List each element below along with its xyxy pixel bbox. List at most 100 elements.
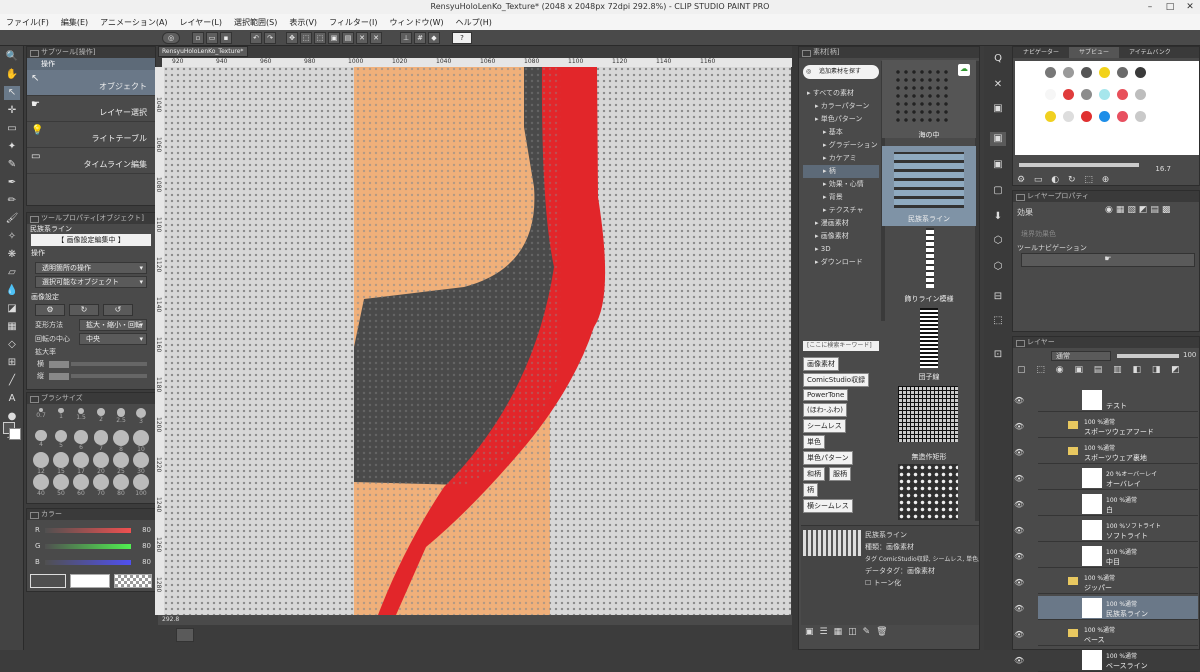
brush-size-option[interactable]: 1.5: [71, 408, 91, 426]
texture-thumb[interactable]: [898, 464, 958, 520]
material-tree-item[interactable]: ▸ ダウンロード: [803, 256, 879, 269]
move-layer-icon[interactable]: ✛: [4, 104, 20, 118]
strip-close-icon[interactable]: ✕: [990, 78, 1006, 92]
blend-icon[interactable]: 💧: [4, 284, 20, 298]
rotate-button[interactable]: ↻: [69, 304, 99, 316]
subview-color-sheet[interactable]: [1015, 61, 1199, 155]
text-tool-icon[interactable]: A: [4, 392, 20, 406]
selection-tool-icon[interactable]: ▭: [4, 122, 20, 136]
layer-visibility-icon[interactable]: 👁: [1014, 526, 1024, 535]
strip-connect-icon[interactable]: ⊡: [990, 348, 1006, 362]
material-tag[interactable]: 柄: [803, 483, 818, 497]
material-tag[interactable]: 横シームレス: [803, 499, 853, 513]
layer-row[interactable]: 100 %通常白: [1038, 492, 1198, 516]
airbrush-icon[interactable]: ✧: [4, 230, 20, 244]
red-value[interactable]: 80: [131, 526, 151, 534]
invert-selection-icon[interactable]: ▣: [328, 32, 340, 44]
size-icon[interactable]: ◫: [848, 627, 857, 641]
subview-zoom[interactable]: 16.7: [1155, 165, 1171, 173]
brush-size-option[interactable]: 3: [131, 408, 151, 426]
sub-color-chip[interactable]: [70, 574, 110, 588]
brush-size-option[interactable]: 70: [91, 474, 111, 497]
menu-file[interactable]: ファイル(F): [6, 17, 49, 28]
material-tree-item[interactable]: ▸ 単色パターン: [803, 113, 879, 126]
effect-icons[interactable]: ◉▦▧◩▤▩: [1105, 205, 1173, 215]
material-tree-item[interactable]: ▸ テクスチャ: [803, 204, 879, 217]
brush-size-option[interactable]: 80: [111, 474, 131, 497]
material-tree-item[interactable]: ▸ 背景: [803, 191, 879, 204]
brush-size-option[interactable]: 50: [51, 474, 71, 497]
brush-size-option[interactable]: 12: [31, 452, 51, 475]
layer-row[interactable]: 100 %通常 ジッパー: [1038, 570, 1198, 594]
deselect-icon[interactable]: ⬚: [314, 32, 326, 44]
snap-grid-icon[interactable]: #: [414, 32, 426, 44]
color-swatch[interactable]: [1063, 89, 1074, 100]
material-tree-item[interactable]: ▸ カラーパターン: [803, 100, 879, 113]
color-swatch[interactable]: [1045, 89, 1056, 100]
brush-size-option[interactable]: 2: [91, 408, 111, 426]
material-tag[interactable]: 単色パターン: [803, 451, 853, 465]
material-tree-item[interactable]: ▸ 漫画素材: [803, 217, 879, 230]
material-tag[interactable]: 和柄: [803, 467, 825, 481]
subtool-layer-select[interactable]: ☛ レイヤー選択: [27, 96, 155, 122]
material-tag[interactable]: 服柄: [829, 467, 851, 481]
transform-select[interactable]: 拡大・縮小・回転: [79, 319, 147, 331]
layer-visibility-icon[interactable]: 👁: [1014, 578, 1024, 587]
layer-visibility-icon[interactable]: 👁: [1014, 500, 1024, 509]
subview-zoom-slider[interactable]: [1019, 163, 1139, 167]
brush-size-option[interactable]: 17: [71, 452, 91, 475]
strip-image-icon[interactable]: ▣: [990, 158, 1006, 172]
dango-line-thumb[interactable]: [920, 308, 938, 368]
strip-box-icon[interactable]: ▢: [990, 184, 1006, 198]
brush-size-option[interactable]: 100: [131, 474, 151, 497]
subtool-group[interactable]: 操作: [27, 58, 155, 70]
close-icon[interactable]: ✕: [1180, 0, 1200, 14]
material-tag[interactable]: (ほわ-ふわ): [803, 403, 847, 417]
material-tag[interactable]: シームレス: [803, 419, 846, 433]
ruler-icon[interactable]: ╱: [4, 374, 20, 388]
minimize-icon[interactable]: –: [1140, 0, 1160, 14]
opacity-value[interactable]: 100: [1183, 351, 1196, 359]
redo-icon[interactable]: ↷: [264, 32, 276, 44]
material-tree-item[interactable]: ▸ 効果・心情: [803, 178, 879, 191]
brush-size-option[interactable]: 10: [131, 430, 151, 453]
brush-size-option[interactable]: 0.7: [31, 408, 51, 426]
layer-visibility-icon[interactable]: 👁: [1014, 396, 1024, 405]
layer-row[interactable]: テスト: [1038, 388, 1198, 412]
layer-row[interactable]: 20 %オーバーレイ オーバレイ: [1038, 466, 1198, 490]
save-icon[interactable]: ▪: [220, 32, 232, 44]
tab-navigator[interactable]: ナビゲーター: [1013, 47, 1069, 58]
layer-row[interactable]: 100 %通常 民族系ライン: [1038, 596, 1198, 620]
transform-icon[interactable]: ✥: [286, 32, 298, 44]
decoration-line-thumb[interactable]: [926, 228, 934, 288]
strip-material-icon[interactable]: ▣: [990, 102, 1006, 116]
color-swatch[interactable]: [1045, 111, 1056, 122]
color-swatch[interactable]: [1081, 111, 1092, 122]
clear-outside-icon[interactable]: ✕: [370, 32, 382, 44]
menu-help[interactable]: ヘルプ(H): [456, 17, 492, 28]
layer-visibility-icon[interactable]: 👁: [1014, 474, 1024, 483]
color-swatch[interactable]: [1063, 67, 1074, 78]
reset-button[interactable]: ↺: [103, 304, 133, 316]
height-slider[interactable]: [71, 374, 147, 378]
clip-studio-icon[interactable]: ◎: [162, 32, 180, 44]
material-tree-item[interactable]: ▸ 画像素材: [803, 230, 879, 243]
brush-icon[interactable]: 🖌: [4, 212, 20, 226]
navigator-toggle-icon[interactable]: [176, 628, 194, 642]
new-file-icon[interactable]: ▫: [192, 32, 204, 44]
material-tree-item[interactable]: ▸ 基本: [803, 126, 879, 139]
auto-select-icon[interactable]: ✦: [4, 140, 20, 154]
tab-subview[interactable]: サブビュー: [1069, 47, 1120, 58]
subview-tools[interactable]: ⚙ ▭ ◐ ↻ ⬚ ⊕: [1017, 175, 1112, 185]
menu-edit[interactable]: 編集(E): [61, 17, 88, 28]
color-swatch[interactable]: [1135, 67, 1146, 78]
figure-icon[interactable]: ◇: [4, 338, 20, 352]
frame-icon[interactable]: ⊞: [4, 356, 20, 370]
strip-scale-icon[interactable]: ⊟: [990, 290, 1006, 304]
material-tree-item[interactable]: ▸ 3D: [803, 243, 879, 256]
material-tag[interactable]: 画像素材: [803, 357, 839, 371]
paste-material-icon[interactable]: ▣: [805, 627, 814, 641]
snap-special-icon[interactable]: ◆: [428, 32, 440, 44]
zoom-value[interactable]: 292.8: [162, 616, 179, 623]
pen-icon[interactable]: ✒: [4, 176, 20, 190]
